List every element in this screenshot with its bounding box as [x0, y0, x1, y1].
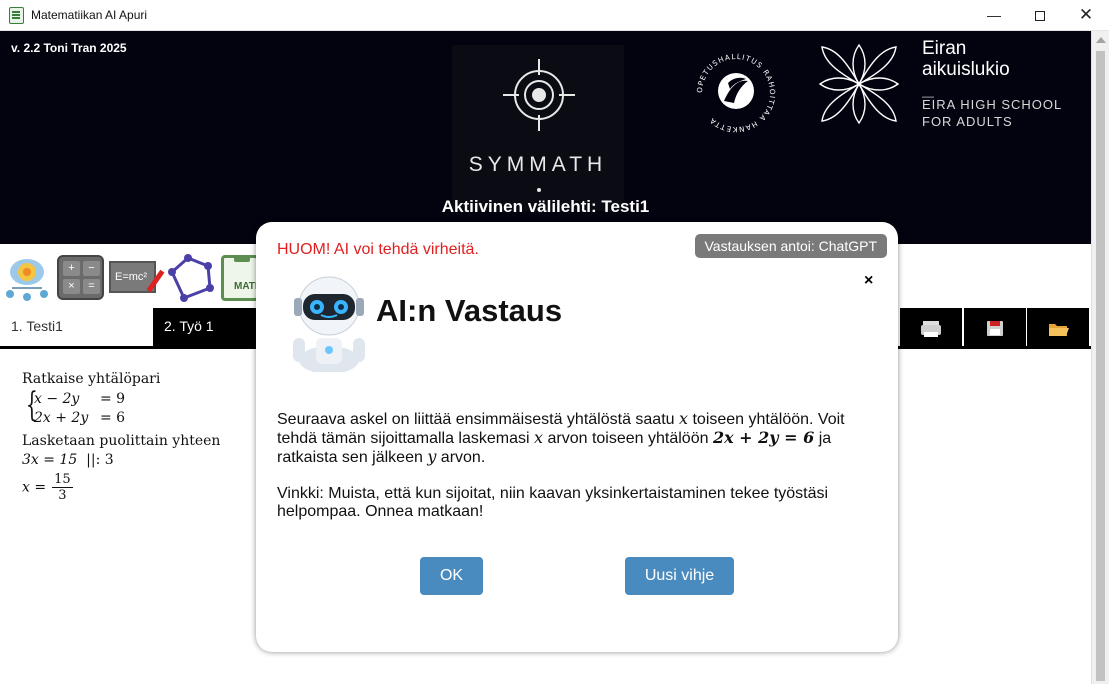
polygon-icon: [168, 254, 214, 302]
symmath-logo: SYMMATH: [452, 45, 624, 211]
eira-name-line2: aikuislukio: [922, 59, 1010, 80]
equation-system: { x − 2y = 9 2x + 2y = 6: [22, 385, 220, 428]
active-tab-label: Aktiivinen välilehti: Testi1: [441, 197, 650, 216]
result-denominator: 3: [58, 488, 67, 503]
step-equation: 3x = 15: [22, 452, 78, 468]
eq1-lhs: x − 2y: [34, 391, 80, 407]
printer-icon: [921, 321, 941, 337]
answer-equation: 2x + 2y = 6: [712, 428, 815, 447]
tab-testi1[interactable]: 1. Testi1: [0, 308, 152, 348]
eira-en-line2: FOR ADULTS: [922, 114, 1013, 129]
ok-button[interactable]: OK: [420, 557, 483, 595]
result-fraction: 15 3: [52, 472, 73, 503]
calc-equals-key: =: [83, 279, 100, 294]
answer-text-3: arvon toiseen yhtälöön: [543, 430, 713, 447]
calculator-tool-button[interactable]: + − × =: [57, 255, 104, 300]
ai-warning-text: HUOM! AI voi tehdä virheitä.: [277, 241, 479, 258]
scroll-thumb[interactable]: [1096, 51, 1105, 681]
scroll-up-arrow-icon[interactable]: [1096, 37, 1106, 43]
robot-avatar-icon: [284, 272, 374, 377]
hint-paragraph: Vinkki: Muista, että kun sijoitat, niin …: [277, 485, 829, 520]
eira-flower-logo: [816, 41, 902, 132]
clipboard-clip-icon: [234, 258, 250, 262]
app-notebook-icon: [9, 7, 24, 24]
maximize-button[interactable]: [1017, 0, 1063, 31]
ai-brain-icon: [6, 259, 48, 301]
answer-var-y: y: [427, 447, 437, 466]
header-banner: v. 2.2 Toni Tran 2025 SYMMATH OPETUSHALL…: [0, 31, 1091, 244]
calc-times-key: ×: [63, 279, 80, 294]
step-operation: ||: 3: [86, 452, 114, 468]
target-icon: [503, 59, 575, 131]
minimize-button[interactable]: —: [971, 0, 1017, 31]
save-icon: [987, 321, 1003, 336]
result-lhs: x =: [22, 479, 47, 496]
eq2-rhs: = 6: [100, 410, 126, 426]
tab-tyo1[interactable]: 2. Työ 1: [153, 308, 257, 348]
eira-name-line1: Eiran: [922, 38, 967, 59]
matik-label: MATI: [234, 281, 258, 292]
answer-source-badge: Vastauksen antoi: ChatGPT: [694, 234, 887, 258]
answer-text-5: arvon.: [436, 449, 486, 466]
dialog-close-icon[interactable]: ×: [864, 272, 873, 290]
close-window-button[interactable]: ✕: [1063, 0, 1109, 31]
eira-english-name: EIRA HIGH SCHOOL FOR ADULTS: [922, 96, 1062, 130]
answer-paragraph: Seuraava askel on liittää ensimmäisestä …: [277, 410, 877, 467]
title-bar: Matematiikan AI Apuri — ✕: [0, 0, 1109, 31]
calc-plus-key: +: [63, 261, 80, 276]
dot-icon: [537, 188, 541, 192]
version-label: v. 2.2 Toni Tran 2025: [11, 41, 127, 55]
save-button[interactable]: [964, 308, 1026, 348]
answer-text-1: Seuraava askel on liittää ensimmäisestä …: [277, 411, 679, 428]
folder-icon: [1049, 324, 1069, 336]
vertical-scrollbar[interactable]: [1091, 31, 1109, 684]
dialog-heading: AI:n Vastaus: [376, 293, 563, 328]
ai-answer-dialog: HUOM! AI voi tehdä virheitä. Vastauksen …: [256, 222, 898, 652]
calc-minus-key: −: [83, 261, 100, 276]
step-text: Lasketaan puolittain yhteen: [22, 433, 221, 449]
dialog-body: Seuraava askel on liittää ensimmäisestä …: [277, 410, 877, 539]
result-numerator: 15: [52, 472, 73, 488]
formula-tool-button[interactable]: E=mc²: [109, 261, 156, 293]
maximize-icon: [1035, 11, 1045, 22]
answer-var-x1: x: [679, 409, 689, 428]
brace-icon: {: [25, 385, 38, 425]
symmath-wordmark: SYMMATH: [468, 153, 608, 176]
matik-tool-button[interactable]: MATI: [221, 255, 259, 301]
geometry-tool-button[interactable]: [162, 252, 216, 309]
window-title: Matematiikan AI Apuri: [31, 8, 148, 22]
worksheet-content[interactable]: Ratkaise yhtälöpari { x − 2y = 9 2x + 2y =…: [22, 370, 220, 503]
new-hint-button[interactable]: Uusi vihje: [625, 557, 734, 595]
oph-seal-logo: OPETUSHALLITUS RAHOITTAA HANKETTA: [686, 43, 786, 148]
answer-var-x2: x: [534, 428, 544, 447]
task-text: Ratkaise yhtälöpari: [22, 371, 161, 387]
ai-brain-tool-button[interactable]: [2, 252, 52, 309]
print-button[interactable]: [900, 308, 962, 348]
app-window: Matematiikan AI Apuri — ✕ v. 2.2 Toni Tr…: [0, 0, 1109, 684]
eira-name: Eiran aikuislukio: [922, 38, 1010, 80]
eq2-lhs: 2x + 2y: [34, 410, 89, 426]
open-folder-button[interactable]: [1027, 308, 1089, 348]
eira-en-line1: EIRA HIGH SCHOOL: [922, 97, 1063, 112]
eq1-rhs: = 9: [100, 391, 126, 407]
